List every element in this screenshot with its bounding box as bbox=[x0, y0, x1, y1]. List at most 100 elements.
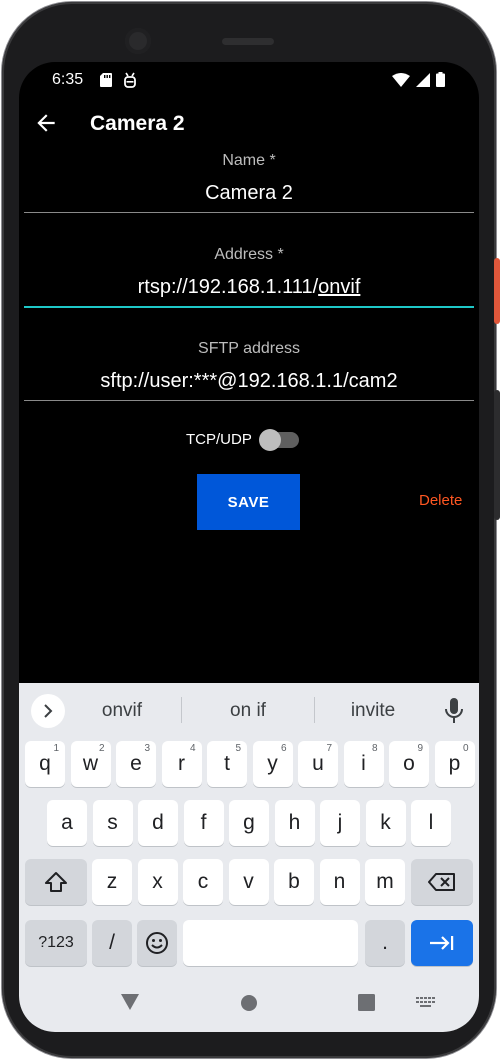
navigation-bar bbox=[19, 979, 479, 1032]
status-right-icons bbox=[392, 72, 445, 87]
key-y[interactable]: y6 bbox=[252, 741, 293, 787]
key-n[interactable]: n bbox=[319, 859, 360, 905]
app-bar: Camera 2 bbox=[19, 98, 479, 150]
suggestion-1[interactable]: onvif bbox=[62, 700, 182, 722]
key-l[interactable]: l bbox=[411, 800, 451, 846]
enter-key[interactable] bbox=[411, 920, 473, 966]
sftp-input[interactable]: sftp://user:***@192.168.1.1/cam2 bbox=[24, 370, 474, 398]
address-composing-text: onvif bbox=[318, 276, 361, 298]
name-field[interactable]: Name * Camera 2 bbox=[24, 152, 474, 213]
screen: 6:35 Camera 2 Name * Camera 2 Address * … bbox=[19, 62, 479, 1032]
key-m[interactable]: m bbox=[365, 859, 405, 905]
key-b[interactable]: b bbox=[274, 859, 314, 905]
sftp-field[interactable]: SFTP address sftp://user:***@192.168.1.1… bbox=[24, 340, 474, 401]
microphone-icon[interactable] bbox=[443, 697, 465, 725]
nav-back-icon[interactable] bbox=[120, 993, 140, 1011]
key-hint-number: 4 bbox=[189, 743, 196, 754]
key-p[interactable]: p0 bbox=[434, 741, 475, 787]
emoji-key[interactable] bbox=[137, 920, 177, 966]
nav-recents-icon[interactable] bbox=[358, 994, 375, 1011]
power-button bbox=[494, 258, 500, 324]
address-text: rtsp://192.168.1.111/ bbox=[137, 276, 319, 298]
save-button[interactable]: SAVE bbox=[197, 474, 300, 530]
suggestion-strip: onvif on if invite bbox=[19, 683, 479, 735]
shift-key[interactable] bbox=[25, 859, 87, 905]
suggestion-2[interactable]: on if bbox=[188, 700, 308, 722]
key-w[interactable]: w2 bbox=[70, 741, 111, 787]
soft-keyboard: onvif on if invite q1w2e3r4t5y6u7i8o9p0 … bbox=[19, 683, 479, 1032]
key-x[interactable]: x bbox=[137, 859, 178, 905]
battery-icon bbox=[436, 72, 445, 87]
key-label: q bbox=[39, 752, 51, 775]
key-s[interactable]: s bbox=[92, 800, 133, 846]
back-arrow-icon[interactable] bbox=[33, 110, 59, 136]
key-label: p bbox=[448, 752, 461, 775]
sftp-underline bbox=[24, 400, 474, 401]
key-hint-number: 1 bbox=[53, 743, 59, 754]
slash-key[interactable]: / bbox=[92, 920, 132, 966]
key-r[interactable]: r4 bbox=[161, 741, 202, 787]
symbols-key[interactable]: ?123 bbox=[25, 920, 87, 966]
status-bar: 6:35 bbox=[19, 62, 479, 98]
nav-home-icon[interactable] bbox=[240, 994, 258, 1012]
android-debug-icon bbox=[124, 72, 136, 88]
key-label: w bbox=[82, 752, 99, 775]
suggestion-3[interactable]: invite bbox=[313, 700, 433, 722]
key-j[interactable]: j bbox=[320, 800, 360, 846]
key-label: y bbox=[267, 752, 278, 775]
name-underline bbox=[24, 212, 474, 213]
sftp-label: SFTP address bbox=[198, 340, 300, 357]
key-label: e bbox=[130, 752, 142, 775]
key-v[interactable]: v bbox=[228, 859, 269, 905]
status-time: 6:35 bbox=[52, 71, 84, 88]
key-f[interactable]: f bbox=[183, 800, 224, 846]
key-c[interactable]: c bbox=[183, 859, 223, 905]
key-a[interactable]: a bbox=[47, 800, 87, 846]
address-label: Address * bbox=[214, 246, 284, 263]
front-camera bbox=[125, 28, 151, 54]
key-o[interactable]: o9 bbox=[389, 741, 429, 787]
key-t[interactable]: t5 bbox=[207, 741, 247, 787]
name-input[interactable]: Camera 2 bbox=[24, 182, 474, 210]
delete-button[interactable]: Delete bbox=[419, 492, 462, 509]
key-k[interactable]: k bbox=[365, 800, 406, 846]
key-e[interactable]: e3 bbox=[116, 741, 156, 787]
switch-knob bbox=[259, 429, 281, 451]
key-label: i bbox=[361, 752, 366, 775]
key-hint-number: 0 bbox=[462, 743, 469, 754]
shift-icon bbox=[45, 872, 67, 892]
key-hint-number: 6 bbox=[280, 743, 287, 754]
key-label: u bbox=[312, 752, 324, 775]
key-hint-number: 5 bbox=[235, 743, 241, 754]
cell-signal-icon bbox=[416, 72, 430, 87]
key-g[interactable]: g bbox=[229, 800, 269, 846]
volume-button bbox=[494, 390, 500, 520]
key-u[interactable]: u7 bbox=[298, 741, 338, 787]
backspace-key[interactable] bbox=[411, 859, 473, 905]
key-d[interactable]: d bbox=[138, 800, 178, 846]
address-field[interactable]: Address * rtsp://192.168.1.111/onvif bbox=[24, 246, 474, 308]
emoji-icon bbox=[146, 932, 168, 954]
key-label: r bbox=[178, 752, 185, 775]
expand-toolbar-button[interactable] bbox=[31, 694, 65, 728]
chevron-right-icon bbox=[44, 704, 53, 718]
space-key[interactable] bbox=[183, 920, 358, 966]
key-label: o bbox=[403, 752, 415, 775]
key-z[interactable]: z bbox=[92, 859, 132, 905]
keyboard-switch-icon[interactable] bbox=[416, 997, 435, 1009]
key-label: t bbox=[224, 752, 230, 775]
key-h[interactable]: h bbox=[274, 800, 315, 846]
key-hint-number: 2 bbox=[98, 743, 105, 754]
backspace-icon bbox=[428, 873, 455, 891]
earpiece-speaker bbox=[222, 38, 274, 45]
key-hint-number: 7 bbox=[326, 743, 332, 754]
address-input[interactable]: rtsp://192.168.1.111/onvif bbox=[24, 276, 474, 304]
suggestion-divider bbox=[181, 697, 182, 723]
tcp-udp-switch[interactable] bbox=[259, 429, 299, 451]
key-i[interactable]: i8 bbox=[343, 741, 384, 787]
period-key[interactable]: . bbox=[365, 920, 405, 966]
page-title: Camera 2 bbox=[90, 112, 185, 135]
key-q[interactable]: q1 bbox=[25, 741, 65, 787]
address-underline-focused bbox=[24, 306, 474, 308]
key-hint-number: 9 bbox=[417, 743, 423, 754]
